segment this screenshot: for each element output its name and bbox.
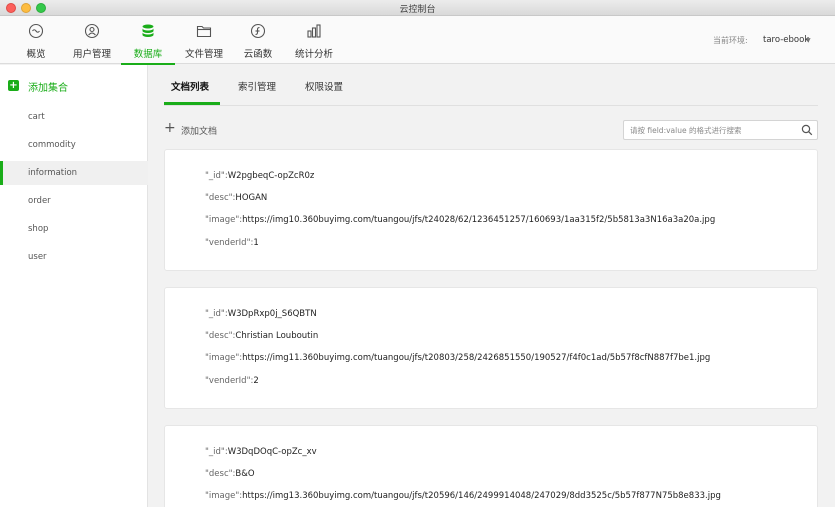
collection-item-label: order [28, 196, 51, 206]
field-key: "venderId": [205, 376, 254, 386]
document-card[interactable]: "_id":W2pgbeqC-opZcR0z "desc":HOGAN "ima… [164, 149, 818, 271]
add-collection-label: 添加集合 [28, 83, 68, 94]
collection-sidebar: + 添加集合 cart commodity information order … [0, 65, 148, 507]
cloud-function-icon [250, 23, 266, 39]
collection-item-shop[interactable]: shop [0, 217, 148, 241]
field-key: "desc": [205, 469, 236, 479]
tab-database[interactable]: 数据库 [121, 16, 175, 65]
doc-field-image: "image":https://img10.360buyimg.com/tuan… [205, 215, 715, 225]
doc-field-id: "_id":W3DpRxp0j_S6QBTN [205, 309, 317, 319]
main-toolbar: 概览 用户管理 数据库 文件管理 云函数 统计分析 当前环境: taro-ebo… [0, 16, 835, 65]
field-value: https://img13.360buyimg.com/tuangou/jfs/… [242, 491, 721, 501]
tab-statistics[interactable]: 统计分析 [289, 16, 339, 64]
doc-field-id: "_id":W3DqDOqC-opZc_xv [205, 447, 317, 457]
field-value: W3DqDOqC-opZc_xv [227, 447, 317, 457]
active-subtab-underline [164, 102, 220, 105]
collection-item-label: cart [28, 112, 45, 122]
window-titlebar: 云控制台 [0, 0, 835, 16]
field-value: Christian Louboutin [235, 331, 319, 341]
doc-field-desc: "desc":Christian Louboutin [205, 331, 318, 341]
doc-field-id: "_id":W2pgbeqC-opZcR0z [205, 171, 314, 181]
doc-field-venderid: "venderId":2 [205, 376, 259, 386]
window-title: 云控制台 [399, 5, 436, 15]
collection-item-label: commodity [28, 140, 76, 150]
collection-item-cart[interactable]: cart [0, 105, 148, 129]
document-card[interactable]: "_id":W3DqDOqC-opZc_xv "desc":B&O "image… [164, 425, 818, 507]
collection-item-order[interactable]: order [0, 189, 148, 213]
plus-icon: + [164, 120, 176, 136]
tab-file-management-label: 文件管理 [184, 49, 223, 60]
document-search-input[interactable]: 请按 field:value 的格式进行搜索 [623, 120, 818, 140]
collection-item-label: information [28, 168, 78, 178]
environment-selector[interactable]: taro-ebook [763, 35, 809, 45]
collection-item-commodity[interactable]: commodity [0, 133, 148, 157]
tab-cloud-function-label: 云函数 [243, 49, 273, 60]
collection-item-label: shop [28, 224, 49, 234]
collection-item-user[interactable]: user [0, 245, 148, 269]
collection-item-information[interactable]: information [0, 161, 148, 185]
statistics-icon [307, 24, 321, 38]
doc-field-image: "image":https://img11.360buyimg.com/tuan… [205, 353, 710, 363]
tab-overview-label: 概览 [26, 49, 46, 60]
search-placeholder: 请按 field:value 的格式进行搜索 [630, 126, 742, 135]
tab-user-management[interactable]: 用户管理 [68, 16, 116, 64]
field-key: "image": [205, 353, 243, 363]
tab-index-management[interactable]: 索引管理 [238, 79, 276, 93]
field-key: "image": [205, 491, 243, 501]
doc-field-venderid: "venderId":1 [205, 238, 259, 248]
active-collection-indicator [0, 161, 3, 185]
search-icon[interactable] [801, 124, 813, 136]
field-key: "venderId": [205, 238, 254, 248]
field-value: https://img11.360buyimg.com/tuangou/jfs/… [242, 353, 711, 363]
field-value: W2pgbeqC-opZcR0z [227, 171, 315, 181]
field-key: "desc": [205, 193, 236, 203]
field-key: "desc": [205, 331, 236, 341]
tab-cloud-function[interactable]: 云函数 [238, 16, 278, 64]
plus-icon: + [8, 80, 19, 91]
field-value: 1 [253, 238, 259, 248]
field-key: "_id": [205, 171, 228, 181]
field-key: "_id": [205, 447, 228, 457]
tab-permission-settings[interactable]: 权限设置 [305, 79, 343, 93]
tab-document-list[interactable]: 文档列表 [171, 79, 209, 93]
field-key: "_id": [205, 309, 228, 319]
tab-statistics-label: 统计分析 [294, 49, 333, 60]
user-management-icon [84, 23, 100, 39]
tab-overview[interactable]: 概览 [14, 16, 58, 64]
tab-file-management[interactable]: 文件管理 [181, 16, 227, 64]
field-value: HOGAN [235, 193, 268, 203]
tab-user-management-label: 用户管理 [72, 49, 111, 60]
environment-label: 当前环境: [713, 36, 748, 45]
database-icon [142, 24, 154, 37]
field-value: B&O [235, 469, 255, 479]
field-value: https://img10.360buyimg.com/tuangou/jfs/… [242, 215, 716, 225]
doc-field-desc: "desc":B&O [205, 469, 255, 479]
field-value: W3DpRxp0j_S6QBTN [227, 309, 317, 319]
overview-icon [28, 23, 44, 39]
doc-field-image: "image":https://img13.360buyimg.com/tuan… [205, 491, 721, 501]
add-document-label: 添加文档 [181, 127, 218, 137]
collection-item-label: user [28, 252, 47, 262]
document-card[interactable]: "_id":W3DpRxp0j_S6QBTN "desc":Christian … [164, 287, 818, 409]
add-collection-button[interactable]: + 添加集合 [0, 73, 148, 99]
field-key: "image": [205, 215, 243, 225]
folder-icon [196, 25, 212, 38]
field-value: 2 [253, 376, 259, 386]
doc-field-desc: "desc":HOGAN [205, 193, 267, 203]
tab-database-label: 数据库 [133, 49, 163, 60]
chevron-down-icon[interactable]: ▼ [806, 37, 811, 44]
collection-subtabs: 文档列表 索引管理 权限设置 [164, 70, 818, 106]
